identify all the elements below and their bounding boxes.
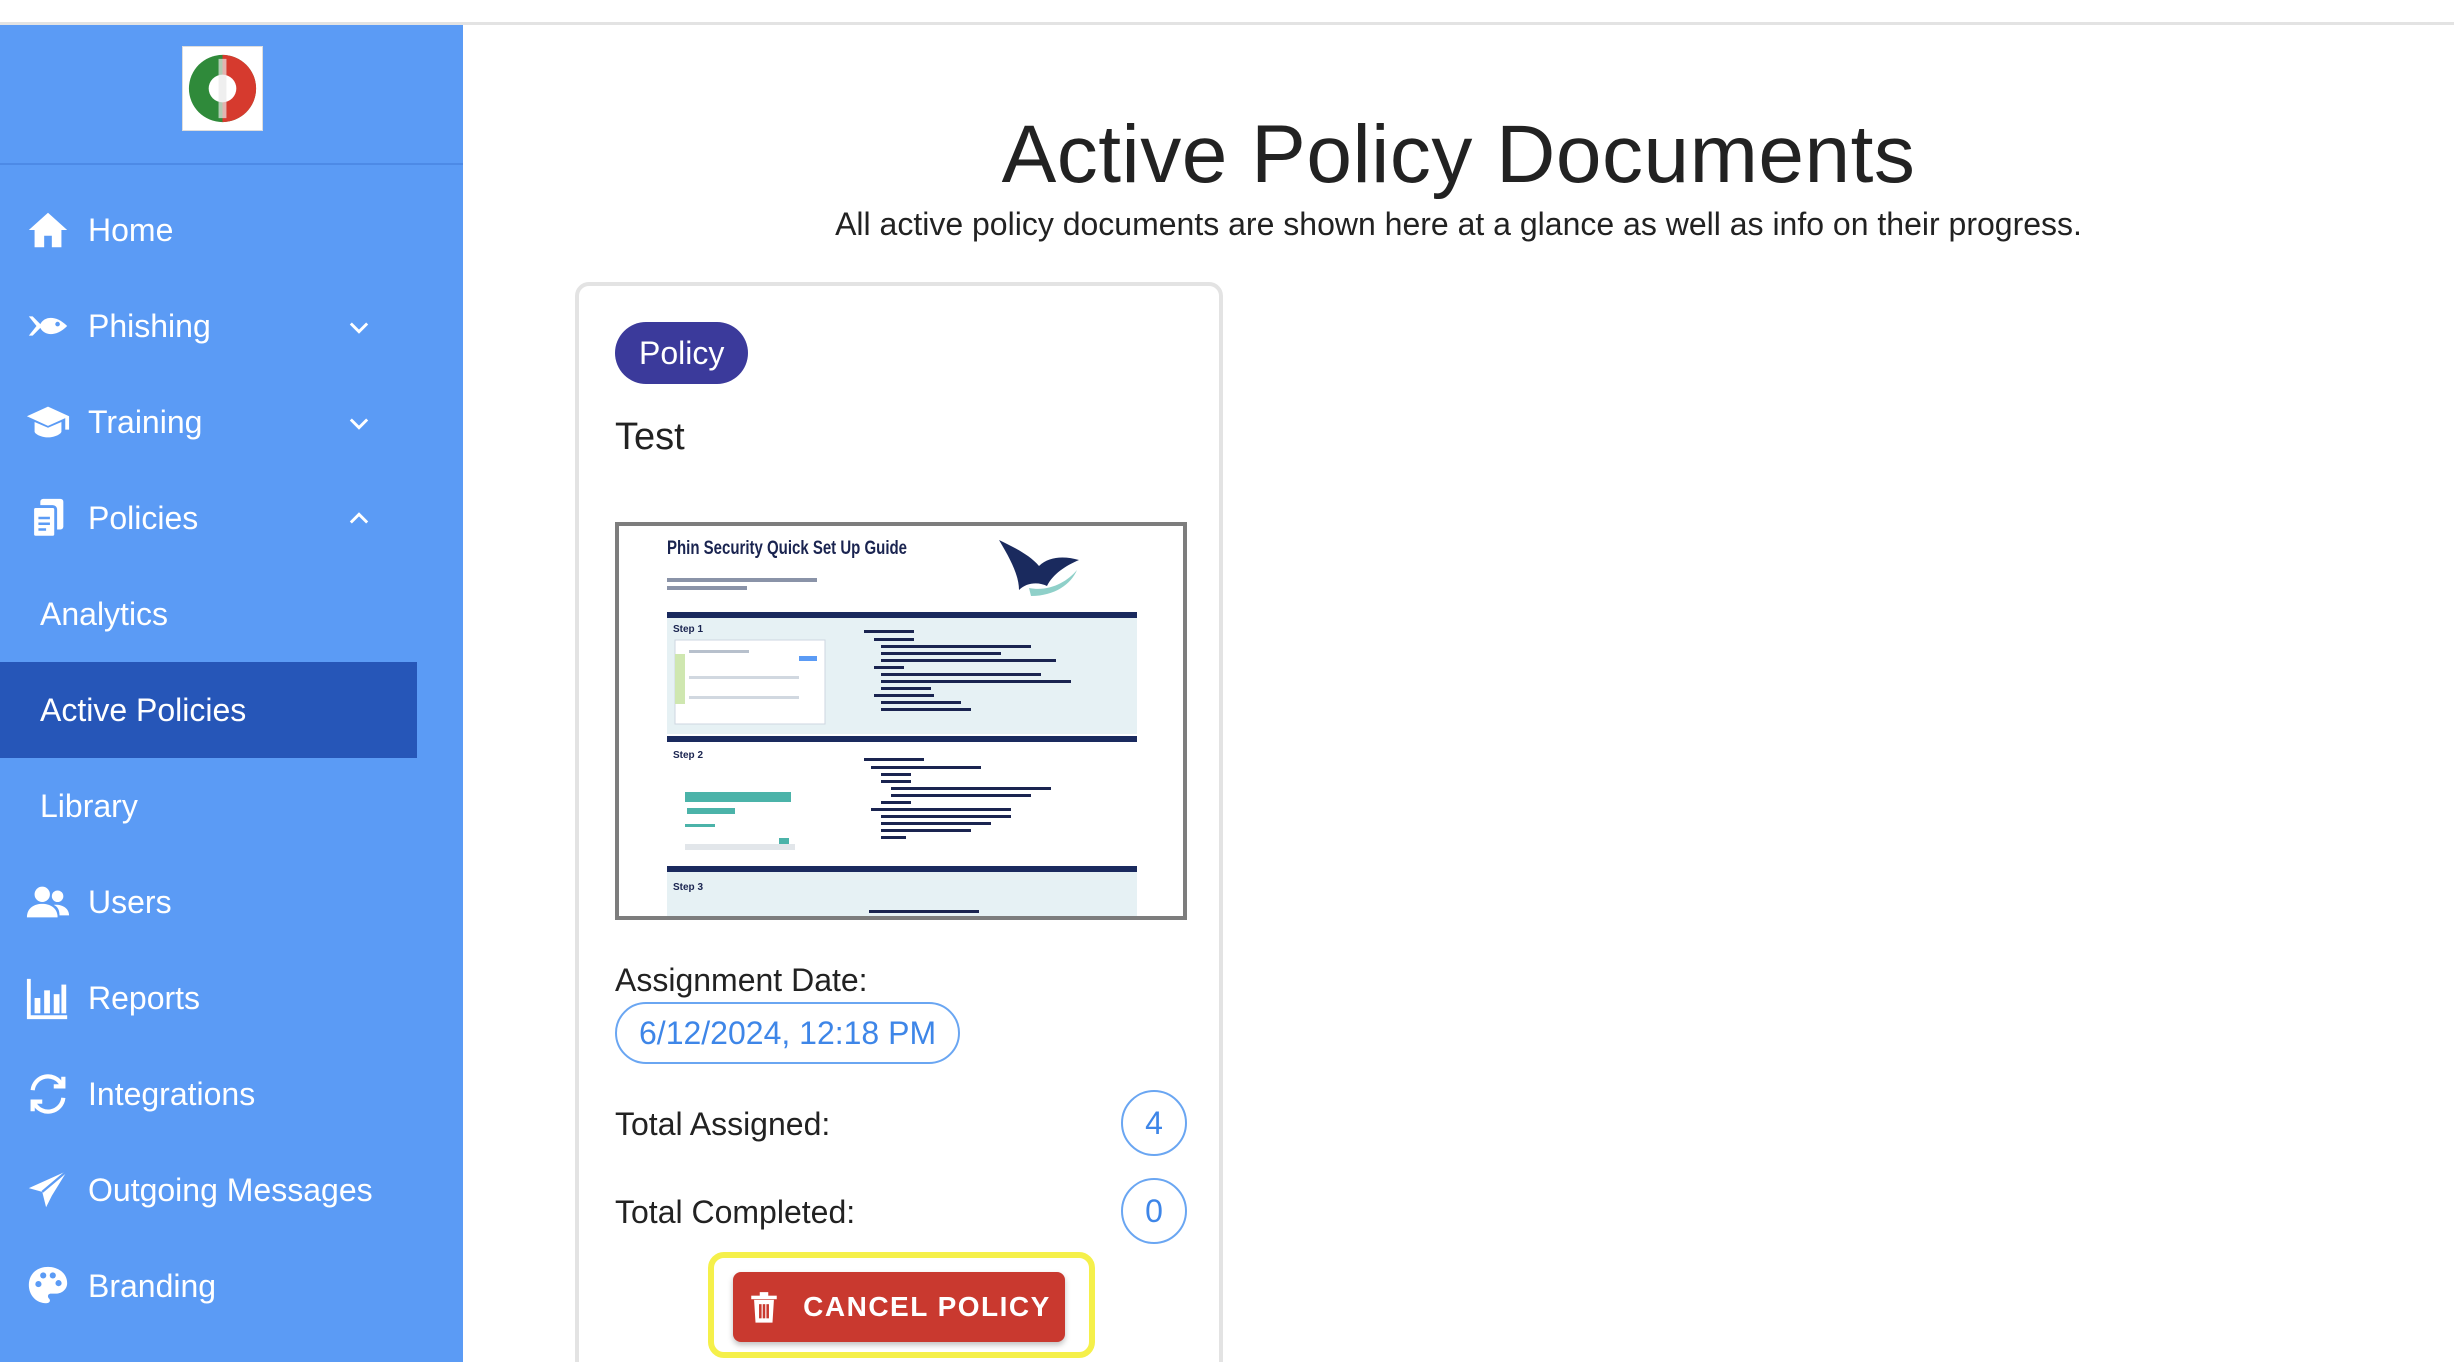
sidebar-item-users[interactable]: Users (0, 854, 417, 950)
sync-icon (24, 1070, 72, 1118)
sidebar-item-label: Phishing (88, 307, 211, 344)
sidebar-item-phishing[interactable]: Phishing (0, 278, 417, 374)
preview-step-1: Step 1 (673, 624, 703, 635)
sidebar-subitem-active-policies[interactable]: Active Policies (0, 662, 417, 758)
sidebar-item-home[interactable]: Home (0, 182, 417, 278)
chevron-down-icon[interactable] (345, 312, 373, 340)
sidebar-item-label: Branding (88, 1267, 217, 1304)
sidebar-item-label: Training (88, 403, 203, 440)
sidebar-subitem-analytics[interactable]: Analytics (0, 566, 417, 662)
bar-chart-icon (24, 974, 72, 1022)
total-assigned-label: Total Assigned: (615, 1106, 831, 1142)
cancel-policy-label: CANCEL POLICY (803, 1291, 1051, 1322)
sidebar-item-reports[interactable]: Reports (0, 950, 417, 1046)
sidebar-item-label: Outgoing Messages (88, 1171, 373, 1208)
chevron-down-icon[interactable] (345, 408, 373, 436)
users-icon (24, 878, 72, 926)
document-preview[interactable]: Phin Security Quick Set Up Guide Step 1 (615, 522, 1187, 920)
sidebar-item-label: Users (88, 883, 172, 920)
policy-name: Test (615, 416, 685, 458)
total-completed-label: Total Completed: (615, 1194, 856, 1230)
graduation-cap-icon (24, 398, 72, 446)
total-completed-count: 0 (1121, 1178, 1187, 1244)
trash-icon (751, 1292, 777, 1323)
palette-icon (24, 1262, 72, 1310)
policy-card: Policy Test Phin Security Quick Set Up G… (575, 282, 1223, 1362)
sidebar-item-policies[interactable]: Policies (0, 470, 417, 566)
logo-area (0, 25, 463, 165)
paper-plane-icon (24, 1166, 72, 1214)
sidebar-item-label: Reports (88, 979, 201, 1016)
preview-step-3: Step 3 (673, 882, 703, 893)
page-subtitle: All active policy documents are shown he… (835, 206, 2082, 242)
sidebar-item-label: Integrations (88, 1075, 256, 1112)
preview-heading: Phin Security Quick Set Up Guide (667, 538, 907, 559)
assignment-date-label: Assignment Date: (615, 962, 868, 998)
page-title: Active Policy Documents (1001, 109, 1916, 200)
fish-icon (24, 302, 72, 350)
sidebar-item-label: Home (88, 211, 174, 248)
preview-step-2: Step 2 (673, 750, 703, 761)
pizza-logo[interactable] (182, 46, 263, 131)
top-bar (0, 0, 2454, 25)
sidebar-item-integrations[interactable]: Integrations (0, 1046, 417, 1142)
sidebar-item-outgoing-messages[interactable]: Outgoing Messages (0, 1142, 417, 1238)
total-assigned-count: 4 (1121, 1090, 1187, 1156)
sidebar-item-training[interactable]: Training (0, 374, 417, 470)
policy-badge: Policy (615, 322, 749, 384)
sidebar-item-label: Policies (88, 499, 199, 536)
cancel-policy-button[interactable]: CANCEL POLICY (733, 1272, 1065, 1342)
assignment-date-chip: 6/12/2024, 12:18 PM (615, 1002, 961, 1064)
home-icon (24, 206, 72, 254)
chevron-up-icon[interactable] (345, 504, 373, 532)
sidebar-subitem-library[interactable]: Library (0, 758, 417, 854)
sidebar-item-branding[interactable]: Branding (0, 1238, 417, 1334)
sidebar: Home Phishing Training Policies Analytic… (0, 25, 463, 1362)
documents-icon (24, 494, 72, 542)
